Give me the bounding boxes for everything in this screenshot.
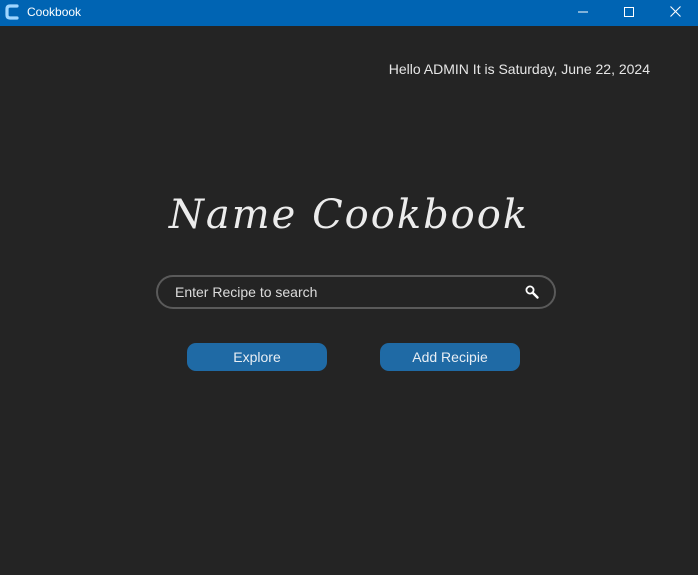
- app-window: Cookbook Hello ADMIN It is Saturday, Jun…: [0, 0, 698, 575]
- close-button[interactable]: [652, 0, 698, 26]
- app-logo-icon: [5, 4, 19, 20]
- add-recipe-button[interactable]: Add Recipie: [380, 343, 520, 371]
- search-bar[interactable]: [156, 275, 556, 309]
- search-icon[interactable]: [524, 284, 540, 300]
- explore-button[interactable]: Explore: [187, 343, 327, 371]
- window-title: Cookbook: [27, 5, 82, 19]
- page-title: Name Cookbook: [168, 192, 530, 238]
- title-bar[interactable]: Cookbook: [0, 0, 698, 26]
- close-icon: [669, 4, 681, 22]
- minimize-button[interactable]: [560, 0, 606, 26]
- greeting-text: Hello ADMIN It is Saturday, June 22, 202…: [388, 61, 650, 77]
- search-input[interactable]: [175, 277, 505, 307]
- minimize-icon: [578, 4, 588, 22]
- maximize-button[interactable]: [606, 0, 652, 26]
- maximize-icon: [624, 4, 634, 22]
